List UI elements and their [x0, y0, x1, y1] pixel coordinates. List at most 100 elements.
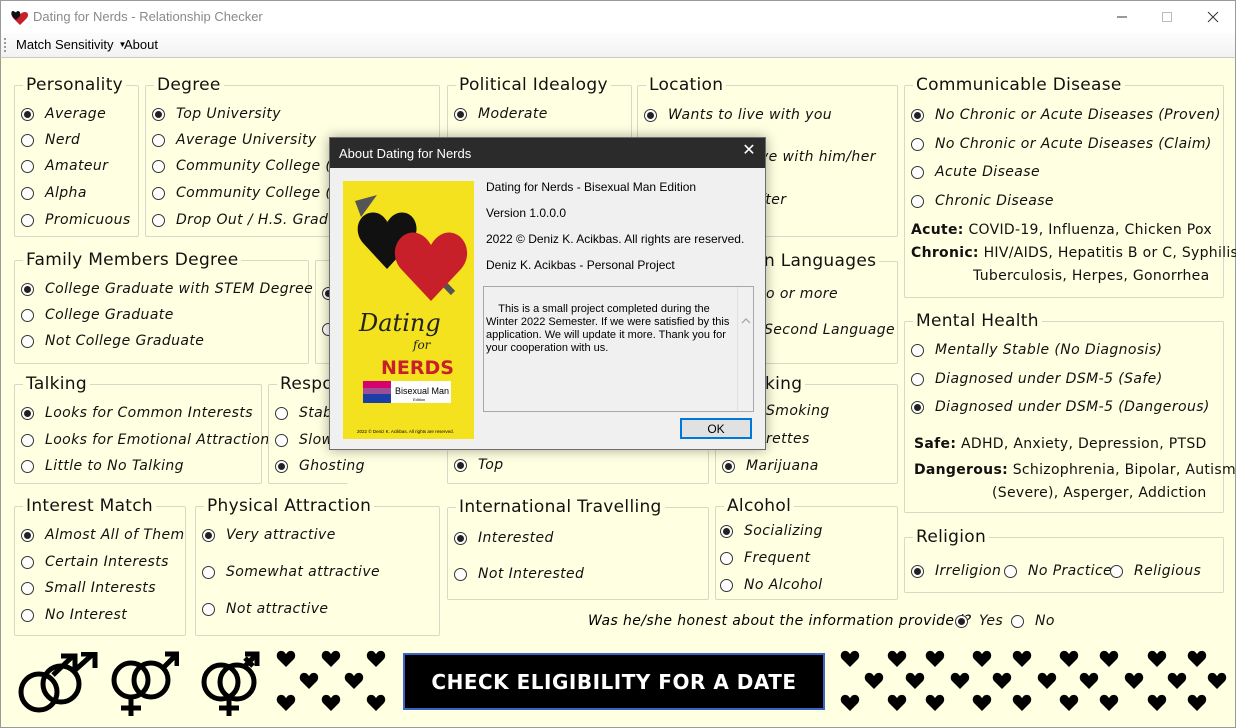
radio-dot: [21, 107, 34, 121]
option-label: Somewhat attractive: [226, 564, 381, 580]
menu-bar: Match Sensitivity ▼ About: [0, 33, 1236, 57]
radio-alcohol-none[interactable]: No Alcohol: [720, 577, 823, 593]
menu-grip: [4, 38, 6, 52]
safe-label: Safe:: [914, 436, 957, 452]
radio-family-college[interactable]: College Graduate: [21, 307, 174, 323]
radio-talking-emotional[interactable]: Looks for Emotional Attraction: [21, 432, 270, 448]
radio-dot: [911, 400, 924, 414]
radio-mental-safe[interactable]: Diagnosed under DSM-5 (Safe): [911, 371, 1163, 387]
option-label: o or more: [766, 286, 838, 302]
radio-alcohol-socializing[interactable]: Socializing: [720, 523, 823, 539]
radio-dot: [275, 406, 288, 420]
option-label: Very attractive: [226, 527, 336, 543]
radio-degree-average[interactable]: Average University: [152, 132, 317, 148]
close-button[interactable]: [1190, 1, 1236, 33]
radio-interest-small[interactable]: Small Interests: [21, 580, 156, 596]
radio-dot: [955, 614, 968, 628]
radio-family-not-college[interactable]: Not College Graduate: [21, 333, 204, 349]
group-income-partial: Top: [447, 450, 709, 484]
radio-degree-dropout[interactable]: Drop Out / H.S. Graduat: [152, 212, 352, 228]
radio-dot: [21, 159, 34, 173]
radio-personality-nerd[interactable]: Nerd: [21, 132, 80, 148]
radio-personality-average[interactable]: Average: [21, 106, 106, 122]
logo-nerds-text: NERDS: [381, 357, 454, 379]
radio-religion-irreligion[interactable]: Irreligion: [911, 563, 1001, 579]
radio-disease-acute[interactable]: Acute Disease: [911, 164, 1040, 180]
radio-dot: [21, 186, 34, 200]
radio-smoking-cigarettes[interactable]: rettes: [766, 431, 810, 447]
radio-income-top[interactable]: Top: [454, 457, 503, 473]
radio-disease-none-claim[interactable]: No Chronic or Acute Diseases (Claim): [911, 136, 1212, 152]
radio-location-with-him[interactable]: ve with him/her: [760, 149, 876, 165]
radio-location-with-you[interactable]: Wants to live with you: [644, 107, 832, 123]
option-label: Ghosting: [299, 458, 365, 474]
logo-for-text: for: [412, 338, 432, 352]
radio-languages-two[interactable]: o or more: [766, 286, 838, 302]
group-title-smoking: king: [762, 374, 806, 394]
about-close-icon[interactable]: ✕: [741, 143, 757, 159]
radio-mental-stable[interactable]: Mentally Stable (No Diagnosis): [911, 342, 1162, 358]
radio-political-moderate[interactable]: Moderate: [454, 106, 548, 122]
option-label: Nerd: [45, 132, 81, 148]
maximize-button[interactable]: [1144, 1, 1190, 33]
radio-dot: [911, 372, 924, 386]
menu-match-sensitivity[interactable]: Match Sensitivity ▼: [16, 37, 126, 52]
radio-dot: [911, 108, 924, 122]
option-label: Top: [478, 457, 504, 473]
radio-interest-almost-all[interactable]: Almost All of Them: [21, 527, 185, 543]
radio-travel-not-interested[interactable]: Not Interested: [454, 566, 584, 582]
about-copyright: 2022 © Deniz K. Acikbas. All rights are …: [486, 232, 745, 246]
radio-personality-amateur[interactable]: Amateur: [21, 158, 108, 174]
group-mental-health: Mental Health Mentally Stable (No Diagno…: [904, 311, 1236, 513]
radio-interest-none[interactable]: No Interest: [21, 607, 127, 623]
radio-talking-common[interactable]: Looks for Common Interests: [21, 405, 253, 421]
radio-dot: [1110, 564, 1123, 578]
radio-mental-dangerous[interactable]: Diagnosed under DSM-5 (Dangerous): [911, 399, 1210, 415]
radio-response-ghosting[interactable]: Ghosting: [275, 458, 365, 474]
radio-response-stable[interactable]: Stabl: [275, 405, 337, 421]
radio-smoking-marijuana[interactable]: Marijuana: [722, 458, 819, 474]
radio-degree-cc1[interactable]: Community College (Wit: [152, 158, 356, 174]
check-eligibility-button[interactable]: CHECK ELIGIBILITY FOR A DATE: [403, 653, 825, 710]
radio-talking-little[interactable]: Little to No Talking: [21, 458, 184, 474]
radio-honest-no[interactable]: No: [1011, 613, 1055, 629]
about-ok-button[interactable]: OK: [680, 418, 752, 439]
radio-physical-not[interactable]: Not attractive: [202, 601, 328, 617]
group-communicable-disease: Communicable Disease No Chronic or Acute…: [904, 75, 1236, 298]
radio-disease-none-proven[interactable]: No Chronic or Acute Diseases (Proven): [911, 107, 1221, 123]
radio-degree-top[interactable]: Top University: [152, 106, 281, 122]
option-label: Average University: [176, 132, 317, 148]
option-label: Second Language: [764, 322, 896, 338]
radio-family-stem[interactable]: College Graduate with STEM Degree: [21, 281, 313, 297]
description-scrollbar[interactable]: [737, 287, 753, 432]
radio-dot: [454, 458, 467, 472]
minimize-button[interactable]: [1099, 1, 1145, 33]
radio-languages-second[interactable]: Second Language: [764, 322, 895, 338]
option-label: No: [1035, 613, 1055, 629]
radio-physical-somewhat[interactable]: Somewhat attractive: [202, 564, 380, 580]
radio-alcohol-frequent[interactable]: Frequent: [720, 550, 810, 566]
radio-physical-very[interactable]: Very attractive: [202, 527, 336, 543]
radio-personality-promicuous[interactable]: Promicuous: [21, 212, 131, 228]
window-title: Dating for Nerds - Relationship Checker: [33, 9, 263, 24]
about-version: Version 1.0.0.0: [486, 206, 567, 220]
radio-interest-certain[interactable]: Certain Interests: [21, 554, 169, 570]
radio-religion-religious[interactable]: Religious: [1110, 563, 1201, 579]
radio-honest-yes[interactable]: Yes: [955, 613, 1003, 629]
group-religion: Religion Irreligion No Practice Religiou…: [904, 527, 1224, 593]
radio-travel-interested[interactable]: Interested: [454, 530, 554, 546]
radio-smoking-no[interactable]: Smoking: [766, 403, 830, 419]
group-travel: International Travelling Interested Not …: [447, 497, 709, 600]
radio-personality-alpha[interactable]: Alpha: [21, 185, 87, 201]
menu-about[interactable]: About: [124, 37, 158, 52]
about-dialog-titlebar: About Dating for Nerds ✕: [330, 138, 765, 168]
about-description-textbox[interactable]: This is a small project completed during…: [483, 286, 754, 432]
option-label: Socializing: [744, 523, 823, 539]
radio-religion-no-practice[interactable]: No Practice: [1004, 563, 1112, 579]
radio-response-slow[interactable]: Slow: [275, 432, 333, 448]
radio-disease-chronic[interactable]: Chronic Disease: [911, 193, 1054, 209]
group-title-travel: International Travelling: [456, 497, 665, 517]
logo-footer-text: 2022 © Deniz K. Acikbas. All rights are …: [357, 428, 454, 434]
radio-degree-cc2[interactable]: Community College (Wit: [152, 185, 356, 201]
option-label: Moderate: [478, 106, 548, 122]
